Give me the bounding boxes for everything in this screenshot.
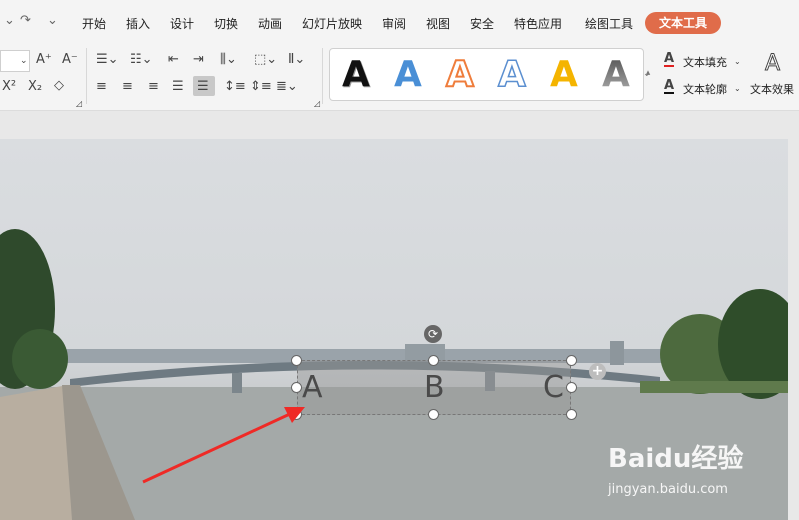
resize-handle-bottom-right[interactable] [566, 409, 577, 420]
resize-handle-left[interactable] [291, 382, 302, 393]
wordart-style-gray-gradient[interactable]: A [602, 49, 630, 100]
redo-icon[interactable]: ↷ [20, 13, 31, 28]
wordart-style-blue-outline[interactable]: A [497, 49, 526, 100]
ribbon-separator [86, 48, 87, 104]
menu-design[interactable]: 设计 [170, 15, 194, 32]
spacing-options-icon[interactable]: ≣⌄ [276, 79, 298, 95]
rotate-handle-icon[interactable]: ⟳ [424, 325, 442, 343]
text-box-align-icon[interactable]: ⬚⌄ [254, 52, 277, 68]
bullet-list-icon[interactable]: ☰⌄ [96, 52, 119, 68]
menu-review[interactable]: 审阅 [382, 15, 406, 32]
text-outline-button[interactable]: 文本轮廓 [683, 81, 727, 97]
resize-handle-top[interactable] [428, 355, 439, 366]
eraser-icon[interactable]: ◇ [54, 78, 64, 94]
wordart-style-orange-outline[interactable]: A [445, 49, 475, 100]
justify-icon[interactable]: ☰ [172, 79, 184, 95]
add-icon[interactable]: + [589, 363, 606, 380]
text-effects-icon[interactable]: A [764, 51, 780, 76]
numbered-list-icon[interactable]: ☷⌄ [130, 52, 153, 68]
baidu-watermark: Baidu经验 [608, 444, 744, 474]
quick-access-more-icon[interactable]: ⌄ [47, 13, 58, 28]
menu-security[interactable]: 安全 [470, 15, 494, 32]
resize-handle-right[interactable] [566, 382, 577, 393]
text-letter-c: C [543, 370, 564, 405]
wordart-style-black[interactable]: A [342, 49, 370, 100]
menu-slideshow[interactable]: 幻灯片放映 [302, 15, 362, 32]
text-outline-dropdown-icon[interactable]: ⌄ [734, 81, 741, 97]
menu-drawing-tools[interactable]: 绘图工具 [585, 15, 633, 32]
font-size-dropdown-icon[interactable]: ⌄ [20, 53, 28, 69]
text-fill-dropdown-icon[interactable]: ⌄ [734, 54, 741, 70]
text-letter-b: B [424, 370, 445, 405]
paragraph-spacing-icon[interactable]: ⇕≡ [250, 79, 272, 95]
menu-insert[interactable]: 插入 [126, 15, 150, 32]
line-spacing-icon[interactable]: ↕≡ [224, 79, 246, 95]
superscript-icon[interactable]: X² [2, 79, 16, 95]
tree [12, 329, 68, 389]
paragraph-dialog-launcher-icon[interactable]: ◿ [314, 96, 320, 112]
menu-home[interactable]: 开始 [82, 15, 106, 32]
skyline-building [610, 341, 624, 365]
text-fill-icon[interactable]: A [664, 52, 675, 67]
subscript-icon[interactable]: X₂ [28, 79, 42, 95]
align-center-icon[interactable]: ≡ [122, 79, 133, 95]
wordart-style-gallery: A A A A A A [329, 48, 644, 101]
menu-bar: ⌄ ↷ ⌄ 开始 插入 设计 切换 动画 幻灯片放映 审阅 视图 安全 特色应用… [0, 0, 799, 44]
text-fill-button[interactable]: 文本填充 [683, 54, 727, 70]
menu-transitions[interactable]: 切换 [214, 15, 238, 32]
gallery-expand-icon[interactable]: ⌄ [643, 66, 651, 82]
align-right-icon[interactable]: ≡ [148, 79, 159, 95]
text-letter-a: A [302, 370, 323, 405]
text-direction-icon[interactable]: Ⅱ⌄ [288, 52, 305, 68]
wordart-style-yellow[interactable]: A [550, 49, 578, 100]
undo-dropdown-icon[interactable]: ⌄ [4, 13, 15, 28]
ribbon-separator [322, 48, 323, 104]
resize-handle-top-right[interactable] [566, 355, 577, 366]
riverbank [640, 381, 788, 393]
menu-view[interactable]: 视图 [426, 15, 450, 32]
bridge-pier [232, 373, 242, 393]
resize-handle-bottom-left[interactable] [291, 409, 302, 420]
increase-indent-icon[interactable]: ⇥ [193, 52, 204, 68]
column-icon[interactable]: ⫼⌄ [220, 52, 237, 68]
font-dialog-launcher-icon[interactable]: ◿ [76, 96, 82, 112]
font-shrink-icon[interactable]: A⁻ [62, 52, 78, 68]
resize-handle-top-left[interactable] [291, 355, 302, 366]
wordart-style-blue[interactable]: A [394, 49, 422, 100]
text-effects-button[interactable]: 文本效果 [750, 81, 794, 97]
decrease-indent-icon[interactable]: ⇤ [168, 52, 179, 68]
distributed-align-icon: ☰ [197, 79, 209, 94]
tab-text-tools[interactable]: 文本工具 [645, 12, 721, 34]
menu-animation[interactable]: 动画 [258, 15, 282, 32]
align-left-icon[interactable]: ≡ [96, 79, 107, 95]
font-grow-icon[interactable]: A⁺ [36, 52, 52, 68]
baidu-watermark-url: jingyan.baidu.com [608, 482, 728, 497]
resize-handle-bottom[interactable] [428, 409, 439, 420]
menu-featured[interactable]: 特色应用 [514, 15, 562, 32]
text-outline-icon[interactable]: A [664, 79, 675, 94]
